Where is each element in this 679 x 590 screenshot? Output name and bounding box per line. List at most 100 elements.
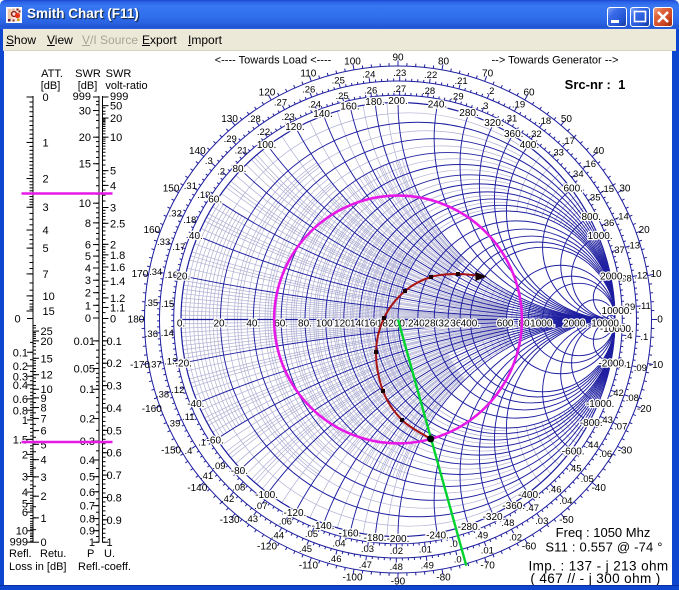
svg-text:3: 3: [85, 275, 91, 287]
svg-text:-100: -100: [342, 573, 362, 584]
svg-text:.22: .22: [424, 70, 437, 81]
svg-text:3: 3: [43, 202, 49, 214]
svg-text:2: 2: [22, 449, 28, 461]
svg-text:-80.: -80.: [231, 466, 248, 477]
svg-text:30: 30: [619, 184, 631, 195]
svg-text:SWR: SWR: [106, 68, 132, 80]
svg-text:.0: .0: [454, 555, 462, 566]
svg-text:6: 6: [85, 240, 91, 252]
svg-text:.2: .2: [487, 86, 495, 97]
svg-text:<---- Towards Load <----: <---- Towards Load <----: [215, 55, 332, 67]
svg-text:100.: 100.: [257, 140, 276, 151]
svg-text:.09: .09: [212, 461, 225, 472]
svg-text:180.: 180.: [365, 97, 384, 108]
svg-text:0.1: 0.1: [13, 347, 28, 359]
svg-text:1: 1: [22, 415, 28, 427]
svg-text:-360.: -360.: [502, 501, 525, 512]
svg-text:-150: -150: [161, 446, 181, 457]
svg-text:.31: .31: [504, 113, 517, 124]
svg-text:600.: 600.: [497, 319, 516, 330]
svg-text:.15: .15: [161, 299, 174, 310]
svg-text:.32: .32: [169, 208, 182, 219]
svg-text:3: 3: [110, 203, 116, 215]
svg-text:0.1: 0.1: [80, 384, 95, 396]
svg-text:.29: .29: [224, 134, 237, 145]
svg-text:0.01: 0.01: [74, 336, 95, 348]
svg-text:5: 5: [43, 243, 49, 255]
svg-text:320.: 320.: [484, 118, 503, 129]
svg-text:-180.: -180.: [364, 533, 387, 544]
svg-text:( 467 // - j 300 ohm ): ( 467 // - j 300 ohm ): [530, 571, 660, 586]
svg-text:2: 2: [41, 491, 47, 503]
svg-text:3: 3: [41, 472, 47, 484]
svg-text:1.4: 1.4: [110, 276, 125, 288]
svg-text:.05: .05: [581, 474, 594, 485]
svg-text:1: 1: [43, 137, 49, 149]
svg-text:0.3: 0.3: [107, 381, 122, 393]
svg-text:-80: -80: [436, 573, 451, 584]
svg-text:60.: 60.: [208, 194, 222, 205]
svg-text:0.5: 0.5: [107, 425, 122, 437]
svg-text:10: 10: [43, 291, 55, 303]
svg-text:.35: .35: [587, 193, 600, 204]
svg-text:0.8: 0.8: [80, 514, 95, 526]
svg-text:-20.: -20.: [175, 358, 192, 369]
svg-text:.18: .18: [538, 116, 551, 127]
svg-text:70: 70: [482, 68, 494, 79]
svg-text:-240.: -240.: [426, 530, 449, 541]
svg-text:.36: .36: [145, 329, 158, 340]
svg-text:.02: .02: [509, 532, 522, 543]
svg-text:.04: .04: [559, 496, 572, 507]
svg-text:1: 1: [41, 513, 47, 525]
svg-text:0.4: 0.4: [107, 403, 122, 415]
svg-text:0: 0: [85, 313, 91, 325]
svg-text:.26: .26: [302, 85, 315, 96]
svg-text:.42: .42: [221, 494, 234, 505]
svg-text:0: 0: [110, 314, 116, 326]
svg-text:60: 60: [523, 88, 535, 99]
svg-text:40: 40: [593, 146, 605, 157]
svg-text:.0: .0: [450, 539, 458, 550]
svg-text:-400.: -400.: [518, 490, 541, 501]
svg-text:-280.: -280.: [458, 522, 481, 533]
svg-text:[dB]: [dB]: [41, 80, 61, 92]
svg-text:-170: -170: [130, 360, 150, 371]
svg-text:-120.: -120.: [284, 508, 307, 519]
svg-text:-200.: -200.: [387, 534, 410, 545]
svg-text:6: 6: [22, 507, 28, 519]
svg-text:7: 7: [41, 413, 47, 425]
svg-text:.42: .42: [611, 388, 624, 399]
svg-text:50: 50: [561, 114, 573, 125]
svg-text:.01: .01: [419, 544, 432, 555]
svg-text:.06: .06: [599, 449, 612, 460]
svg-text:-160: -160: [142, 404, 162, 415]
svg-text:-100.: -100.: [255, 490, 278, 501]
svg-text:280.: 280.: [459, 108, 478, 119]
svg-text:15: 15: [79, 159, 91, 171]
svg-text:.28: .28: [422, 86, 435, 97]
svg-text:.1: .1: [640, 332, 648, 343]
svg-text:.24: .24: [362, 70, 375, 81]
svg-text:2: 2: [43, 174, 49, 186]
svg-text:15: 15: [41, 353, 53, 365]
svg-text:0.8: 0.8: [107, 492, 122, 504]
svg-text:0.7: 0.7: [80, 501, 95, 513]
svg-text:10000.: 10000.: [602, 306, 633, 317]
svg-text:-70: -70: [480, 561, 495, 572]
svg-text:.19: .19: [512, 99, 525, 110]
svg-text:10: 10: [110, 132, 122, 144]
svg-text:.13: .13: [627, 240, 640, 251]
svg-text:3: 3: [22, 471, 28, 483]
svg-text:.46: .46: [328, 554, 341, 565]
svg-text:20: 20: [110, 113, 122, 125]
svg-text:.44: .44: [586, 440, 599, 451]
svg-text:-110: -110: [299, 561, 319, 572]
svg-text:800.: 800.: [582, 212, 601, 223]
svg-text:170: 170: [132, 269, 149, 280]
svg-text:0.5: 0.5: [80, 472, 95, 484]
svg-text:.43: .43: [245, 514, 258, 525]
svg-text:7: 7: [43, 269, 49, 281]
svg-text:30: 30: [79, 106, 91, 118]
svg-text:.3: .3: [481, 101, 489, 112]
svg-text:-800.: -800.: [580, 418, 603, 429]
